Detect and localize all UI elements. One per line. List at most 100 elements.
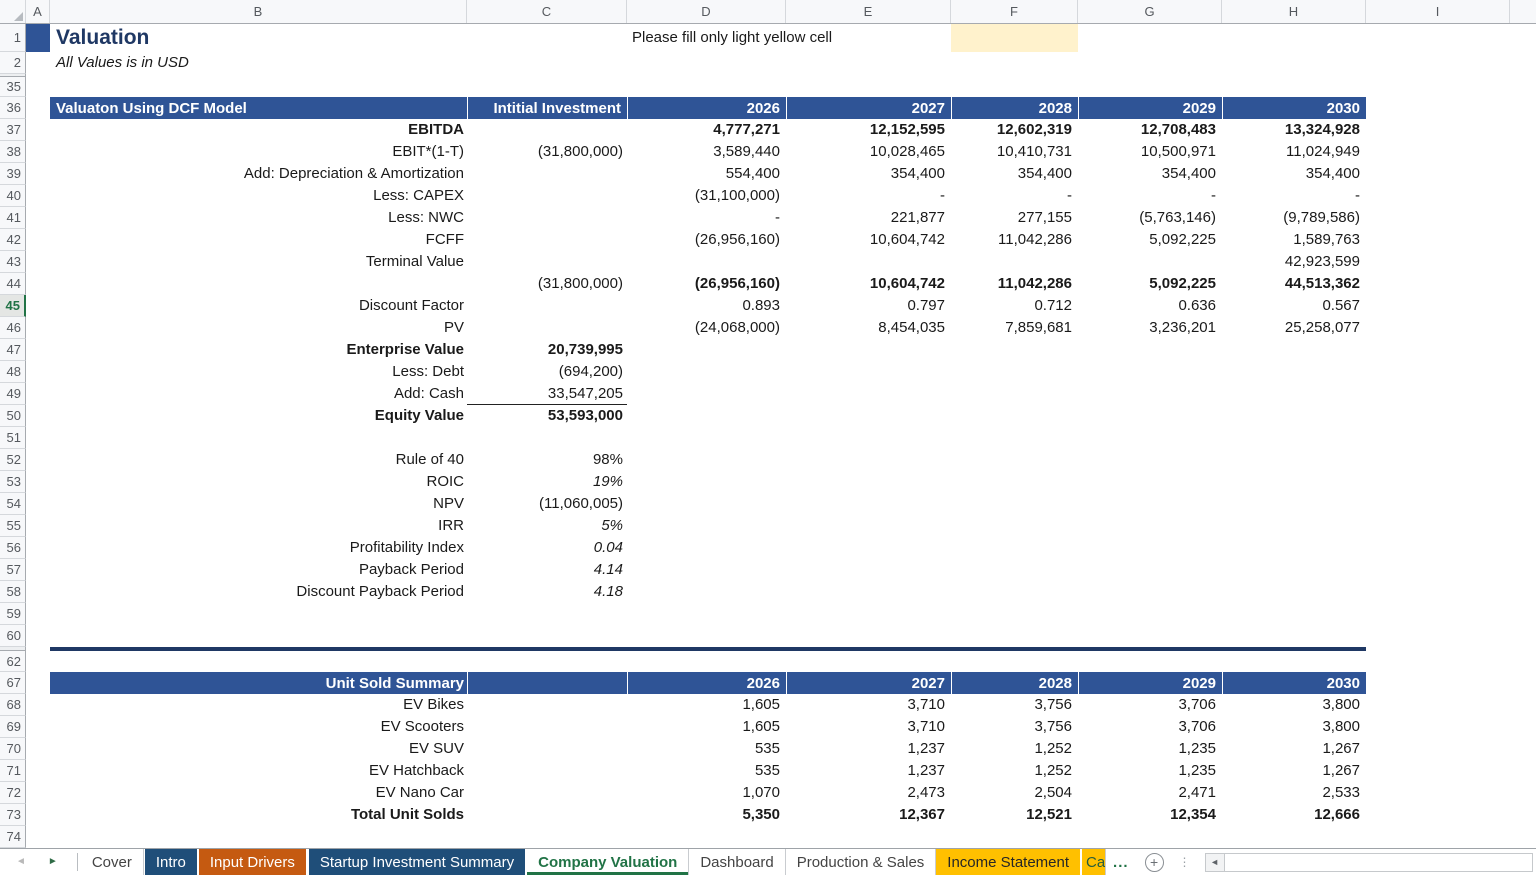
row-header[interactable]: 67 [0, 672, 26, 694]
column-header[interactable]: I [1366, 0, 1510, 23]
value-cell-2030[interactable]: 42,923,599 [1222, 251, 1366, 273]
value-cell-2029[interactable]: 3,706 [1078, 716, 1222, 738]
blank-cell[interactable] [467, 694, 627, 716]
row-label-cell[interactable]: EV Nano Car [50, 782, 467, 804]
row-header[interactable]: 59 [0, 603, 26, 625]
value-cell-2027[interactable] [786, 251, 951, 273]
initial-investment-cell[interactable] [467, 317, 627, 339]
row-label-cell[interactable]: PV [50, 317, 467, 339]
value-cell-2027[interactable]: 354,400 [786, 163, 951, 185]
sheet-tab[interactable]: Intro [144, 849, 199, 875]
row-label-cell[interactable] [50, 273, 467, 295]
year-header[interactable]: 2030 [1222, 97, 1366, 119]
value-cell-2029[interactable]: 3,706 [1078, 694, 1222, 716]
page-title[interactable]: Valuation [56, 24, 149, 52]
value-cell-2028[interactable]: - [951, 185, 1078, 207]
row-label-cell[interactable]: Add: Cash [50, 383, 467, 405]
row-header[interactable]: 46 [0, 317, 26, 339]
initial-investment-cell[interactable] [467, 251, 627, 273]
sheet-tab[interactable]: Production & Sales [786, 849, 937, 875]
row-header[interactable]: 70 [0, 738, 26, 760]
row-label-cell[interactable]: Less: Debt [50, 361, 467, 383]
row-header[interactable]: 69 [0, 716, 26, 738]
row-header[interactable]: 56 [0, 537, 26, 559]
sheet-tab[interactable]: Income Statement [936, 849, 1082, 875]
value-cell-2027[interactable]: 12,367 [786, 804, 951, 826]
value-cell-2027[interactable]: 12,152,595 [786, 119, 951, 141]
row-label-cell[interactable]: EV SUV [50, 738, 467, 760]
value-cell-2026[interactable]: 554,400 [627, 163, 786, 185]
row-header[interactable]: 1 [0, 24, 26, 52]
page-subtitle[interactable]: All Values is in USD [56, 52, 189, 74]
value-cell-2026[interactable]: (24,068,000) [627, 317, 786, 339]
metric-label-cell[interactable]: IRR [50, 515, 467, 537]
row-label-cell[interactable]: EV Bikes [50, 694, 467, 716]
summary-value-cell[interactable]: (694,200) [467, 361, 627, 383]
metric-label-cell[interactable]: Discount Payback Period [50, 581, 467, 603]
value-cell-2029[interactable]: 0.636 [1078, 295, 1222, 317]
row-header[interactable]: 47 [0, 339, 26, 361]
metric-label-cell[interactable]: Payback Period [50, 559, 467, 581]
value-cell-2027[interactable]: 8,454,035 [786, 317, 951, 339]
value-cell-2027[interactable]: 10,028,465 [786, 141, 951, 163]
value-cell-2030[interactable]: 12,666 [1222, 804, 1366, 826]
more-sheets-ellipsis[interactable]: ... [1106, 849, 1136, 875]
row-header[interactable]: 52 [0, 449, 26, 471]
value-cell-2026[interactable] [627, 251, 786, 273]
sheet-tab[interactable]: Startup Investment Summary [308, 849, 527, 875]
row-header[interactable]: 35 [0, 77, 26, 97]
year-header[interactable]: 2029 [1078, 672, 1222, 694]
row-header[interactable]: 37 [0, 119, 26, 141]
value-cell-2029[interactable]: (5,763,146) [1078, 207, 1222, 229]
row-header[interactable]: 44 [0, 273, 26, 295]
value-cell-2030[interactable]: 11,024,949 [1222, 141, 1366, 163]
row-header[interactable]: 57 [0, 559, 26, 581]
value-cell-2030[interactable]: 13,324,928 [1222, 119, 1366, 141]
row-header[interactable]: 2 [0, 52, 26, 74]
initial-investment-cell[interactable] [467, 185, 627, 207]
row-header[interactable]: 50 [0, 405, 26, 427]
value-cell-2026[interactable]: 5,350 [627, 804, 786, 826]
row-header[interactable]: 55 [0, 515, 26, 537]
row-header[interactable]: 49 [0, 383, 26, 405]
row-header[interactable]: 48 [0, 361, 26, 383]
row-header[interactable]: 72 [0, 782, 26, 804]
value-cell-2027[interactable]: 2,473 [786, 782, 951, 804]
value-cell-2028[interactable]: 0.712 [951, 295, 1078, 317]
value-cell-2030[interactable]: 25,258,077 [1222, 317, 1366, 339]
metric-label-cell[interactable]: NPV [50, 493, 467, 515]
value-cell-2030[interactable]: 2,533 [1222, 782, 1366, 804]
scrollbar-left-button[interactable]: ◄ [1205, 853, 1225, 872]
value-cell-2030[interactable]: 3,800 [1222, 694, 1366, 716]
blank-cell[interactable] [467, 782, 627, 804]
row-header[interactable]: 71 [0, 760, 26, 782]
row-header[interactable]: 43 [0, 251, 26, 273]
units-table-title[interactable]: Unit Sold Summary [50, 672, 467, 694]
year-header[interactable]: 2027 [786, 97, 951, 119]
row-label-cell[interactable]: Less: CAPEX [50, 185, 467, 207]
row-header[interactable]: 38 [0, 141, 26, 163]
row-label-cell[interactable]: EV Hatchback [50, 760, 467, 782]
value-cell-2029[interactable]: 5,092,225 [1078, 229, 1222, 251]
value-cell-2029[interactable]: 10,500,971 [1078, 141, 1222, 163]
value-cell-2029[interactable]: 2,471 [1078, 782, 1222, 804]
initial-investment-cell[interactable] [467, 207, 627, 229]
value-cell-2027[interactable]: 221,877 [786, 207, 951, 229]
initial-investment-cell[interactable] [467, 119, 627, 141]
row-label-cell[interactable]: FCFF [50, 229, 467, 251]
fill-instruction-note[interactable]: Please fill only light yellow cell [632, 24, 832, 52]
value-cell-2027[interactable]: 1,237 [786, 760, 951, 782]
value-cell-2029[interactable]: 354,400 [1078, 163, 1222, 185]
row-header[interactable]: 41 [0, 207, 26, 229]
year-header[interactable]: 2029 [1078, 97, 1222, 119]
value-cell-2030[interactable]: 1,589,763 [1222, 229, 1366, 251]
value-cell-2028[interactable]: 354,400 [951, 163, 1078, 185]
initial-investment-cell[interactable] [467, 163, 627, 185]
row-header[interactable]: 54 [0, 493, 26, 515]
row-label-cell[interactable]: Terminal Value [50, 251, 467, 273]
value-cell-2029[interactable]: 12,354 [1078, 804, 1222, 826]
initial-investment-header[interactable]: Intitial Investment [467, 97, 627, 119]
sheet-tab[interactable]: Ca [1082, 849, 1106, 875]
row-header[interactable]: 53 [0, 471, 26, 493]
row-header[interactable]: 42 [0, 229, 26, 251]
